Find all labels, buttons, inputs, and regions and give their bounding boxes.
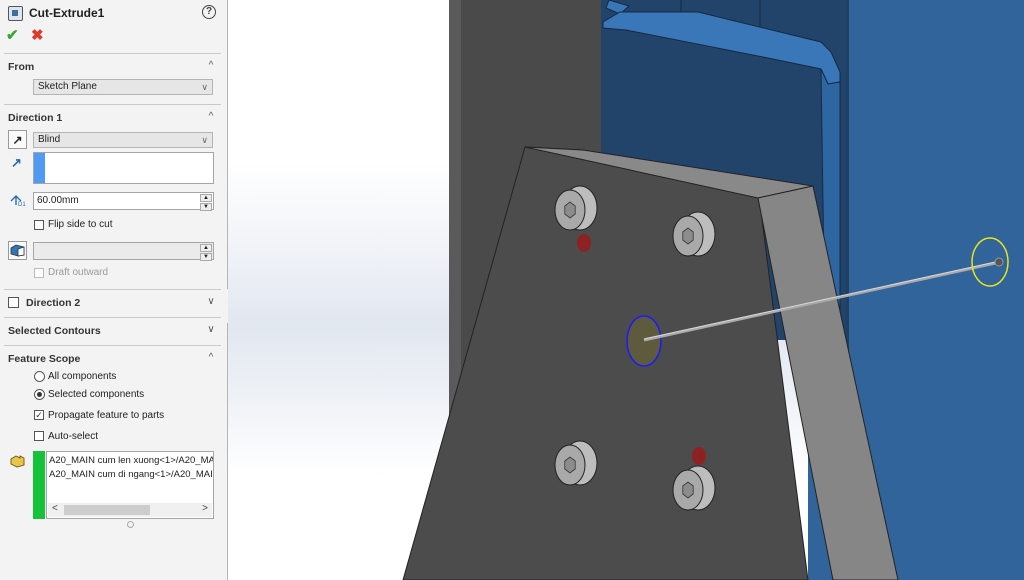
property-manager-panel: Cut-Extrude1 ? ✔ ✖ From ^ Sketch Plane ∨…	[0, 0, 228, 580]
draft-toggle-button[interactable]	[8, 241, 27, 260]
sketch-circle[interactable]	[626, 315, 662, 367]
chevron-up-icon[interactable]: ^	[206, 61, 216, 71]
scrollbar-thumb[interactable]	[64, 505, 150, 515]
components-listbox[interactable]: A20_MAIN cum len xuong<1>/A20_MAIN A20_M…	[46, 451, 214, 519]
chevron-down-icon: ∨	[201, 82, 208, 92]
depth-value: 60.00mm	[37, 195, 79, 206]
list-item[interactable]: A20_MAIN cum len xuong<1>/A20_MAIN	[49, 455, 213, 466]
divider	[4, 345, 221, 346]
rod-end-cap	[994, 257, 1004, 267]
section-from-title[interactable]: From	[8, 61, 34, 73]
flip-side-checkbox[interactable]	[34, 220, 44, 230]
feature-title: Cut-Extrude1	[29, 6, 105, 20]
cancel-x-button[interactable]: ✖	[31, 26, 44, 44]
end-condition-select[interactable]: Blind ∨	[33, 132, 213, 148]
components-icon	[10, 454, 26, 468]
ok-checkmark-button[interactable]: ✔	[6, 26, 19, 44]
red-pin-upper	[577, 234, 591, 252]
3d-model-scene[interactable]	[228, 0, 1024, 580]
section-selected-contours-title[interactable]: Selected Contours	[8, 325, 101, 337]
divider	[4, 53, 221, 54]
selected-components-label: Selected components	[48, 389, 145, 400]
chevron-up-icon[interactable]: ^	[206, 353, 216, 363]
all-components-radio[interactable]	[34, 371, 45, 382]
active-selection-bar	[33, 451, 45, 519]
scroll-left-arrow[interactable]: <	[52, 503, 58, 514]
spin-up-button[interactable]: ▲	[200, 194, 212, 202]
cut-extrude-feature-icon	[8, 5, 23, 21]
section-feature-scope-title[interactable]: Feature Scope	[8, 353, 80, 365]
depth-input[interactable]: 60.00mm ▲ ▼	[33, 192, 214, 211]
divider	[4, 104, 221, 105]
chevron-down-icon[interactable]: ∨	[206, 297, 216, 307]
components-list[interactable]: A20_MAIN cum len xuong<1>/A20_MAIN A20_M…	[33, 451, 214, 519]
draft-angle-input[interactable]: ▲ ▼	[33, 242, 214, 261]
panel-header: Cut-Extrude1	[8, 5, 104, 21]
spin-up-button[interactable]: ▲	[200, 244, 212, 252]
reverse-direction-arrow-icon: ↗	[12, 132, 23, 147]
red-pin-lower	[692, 447, 706, 465]
question-circle-icon[interactable]: ?	[202, 5, 216, 19]
list-item[interactable]: A20_MAIN cum di ngang<1>/A20_MAIN	[49, 469, 213, 480]
section-direction2-title[interactable]: Direction 2	[26, 297, 80, 309]
direction-reference-field[interactable]	[33, 152, 214, 184]
end-condition-value: Blind	[38, 134, 61, 145]
graphics-viewport[interactable]	[228, 0, 1024, 580]
spin-down-button[interactable]: ▼	[200, 203, 212, 211]
draft-outward-checkbox[interactable]	[34, 268, 44, 278]
depth-dimension-icon: D1	[9, 193, 27, 208]
from-select-value: Sketch Plane	[38, 81, 97, 92]
divider	[4, 289, 221, 290]
chevron-up-icon[interactable]: ^	[206, 112, 216, 122]
chevron-down-icon[interactable]: ∨	[206, 325, 216, 335]
flip-side-label: Flip side to cut	[48, 219, 113, 230]
from-select[interactable]: Sketch Plane ∨	[33, 79, 213, 95]
auto-select-label: Auto-select	[48, 431, 99, 442]
section-direction1-title[interactable]: Direction 1	[8, 112, 62, 124]
auto-select-checkbox[interactable]	[34, 431, 44, 441]
spin-down-button[interactable]: ▼	[200, 253, 212, 261]
direction2-checkbox[interactable]	[8, 297, 19, 308]
selected-components-radio[interactable]	[34, 389, 45, 400]
svg-text:D1: D1	[18, 202, 26, 207]
all-components-label: All components	[48, 371, 117, 382]
divider	[4, 317, 221, 318]
reverse-direction-button[interactable]: ↗	[8, 130, 27, 149]
resize-grip[interactable]	[127, 521, 134, 528]
active-selection-bar	[34, 153, 45, 183]
draft-outward-label: Draft outward	[48, 267, 109, 278]
scroll-right-arrow[interactable]: >	[202, 503, 208, 514]
chevron-down-icon: ∨	[201, 135, 208, 145]
draft-cube-icon	[10, 244, 25, 257]
direction-of-extrusion-icon: ↗	[11, 155, 22, 170]
propagate-label: Propagate feature to parts	[48, 410, 165, 421]
propagate-checkbox[interactable]: ✓	[34, 410, 44, 420]
horizontal-scrollbar[interactable]: < >	[48, 503, 212, 517]
